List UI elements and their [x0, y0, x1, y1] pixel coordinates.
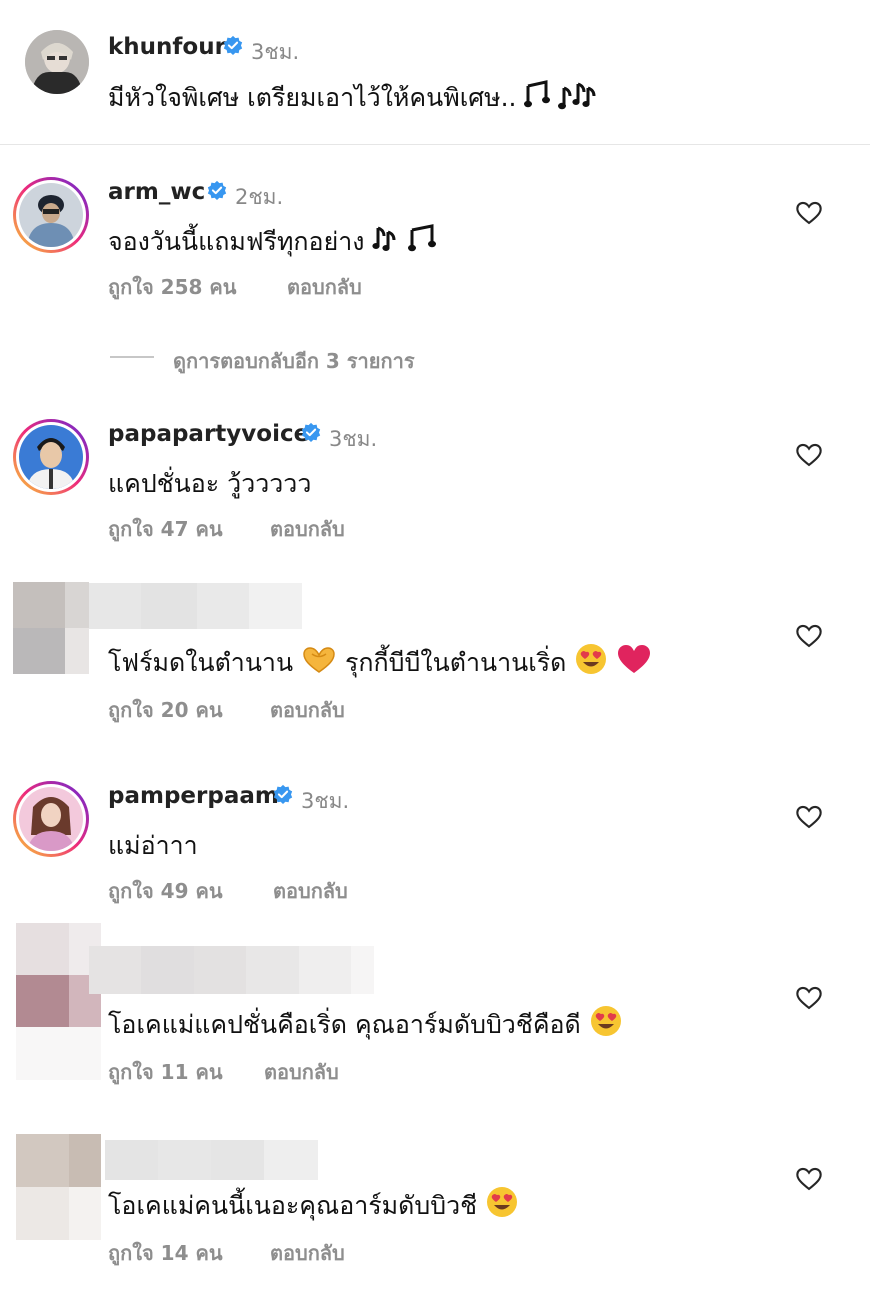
- comment-text-part-a: โฟร์มดในตำนาน: [108, 648, 294, 677]
- view-more-replies-button[interactable]: ดูการตอบกลับอีก 3 รายการ: [173, 345, 415, 377]
- caption-time: 3ชม.: [251, 40, 300, 64]
- view-replies-line: [110, 356, 154, 358]
- music-notes-icon: [524, 80, 596, 110]
- comment-text: โอเคแม่แคปชั่นคือเริ่ด คุณอาร์มดับบิวชีค…: [108, 1010, 581, 1039]
- verified-badge-icon: [301, 422, 321, 442]
- comment-likes[interactable]: ถูกใจ 14 คน: [108, 1237, 223, 1269]
- caption-avatar-image: [25, 30, 89, 94]
- comment-likes[interactable]: ถูกใจ 49 คน: [108, 875, 223, 907]
- heart-eyes-emoji-icon: [590, 1006, 621, 1036]
- comment-text-row: จองวันนี้แถมฟรีทุกอย่าง: [108, 222, 444, 262]
- comment-likes[interactable]: ถูกใจ 11 คน: [108, 1056, 223, 1088]
- comment-text-row: โฟร์มดในตำนาน รุกกี้บีบีในตำนานเริ่ด: [108, 643, 652, 683]
- comment-text-row: โอเคแม่แคปชั่นคือเริ่ด คุณอาร์มดับบิวชีค…: [108, 1005, 623, 1045]
- reply-button[interactable]: ตอบกลับ: [264, 1056, 339, 1088]
- comment-avatar-pamperpaam[interactable]: [13, 781, 89, 857]
- reply-button[interactable]: ตอบกลับ: [270, 694, 345, 726]
- reply-button[interactable]: ตอบกลับ: [270, 1237, 345, 1269]
- verified-badge-icon: [223, 35, 243, 55]
- heart-eyes-emoji-icon: [576, 644, 607, 674]
- heart-outline-icon[interactable]: [795, 441, 823, 469]
- comment-avatar-arm-wc[interactable]: [13, 177, 89, 253]
- comment-username-blurred[interactable]: [105, 1140, 318, 1180]
- verified-badge-icon: [273, 784, 293, 804]
- heart-eyes-emoji-icon: [487, 1187, 518, 1217]
- comment-username[interactable]: papapartyvoice: [108, 421, 309, 447]
- comment-text-row: โอเคแม่คนนี้เนอะคุณอาร์มดับบิวชี: [108, 1186, 519, 1226]
- caption-avatar[interactable]: [25, 30, 89, 94]
- avatar-image: [19, 425, 83, 489]
- comment-likes[interactable]: ถูกใจ 20 คน: [108, 694, 223, 726]
- comment-likes[interactable]: ถูกใจ 258 คน: [108, 271, 236, 303]
- comment-text-part-b: รุกกี้บีบีในตำนานเริ่ด: [344, 648, 567, 677]
- comment-text: แคปชั่นอะ วู้ววววว: [108, 469, 312, 498]
- comment-text: โอเคแม่คนนี้เนอะคุณอาร์มดับบิวชี: [108, 1191, 478, 1220]
- caption-username[interactable]: khunfour: [108, 34, 226, 60]
- heart-outline-icon[interactable]: [795, 984, 823, 1012]
- comment-username-blurred[interactable]: [89, 946, 374, 994]
- caption-text-row: มีหัวใจพิเศษ เตรียมเอาไว้ให้คนพิเศษ..: [108, 78, 596, 118]
- comment-username[interactable]: arm_wc: [108, 179, 205, 205]
- heart-outline-icon[interactable]: [795, 1165, 823, 1193]
- heart-outline-icon[interactable]: [795, 803, 823, 831]
- comment-time: 3ชม.: [329, 427, 378, 451]
- reply-button[interactable]: ตอบกลับ: [270, 513, 345, 545]
- caption-text: มีหัวใจพิเศษ เตรียมเอาไว้ให้คนพิเศษ..: [108, 83, 517, 112]
- comment-time: 2ชม.: [235, 185, 284, 209]
- comment-likes[interactable]: ถูกใจ 47 คน: [108, 513, 223, 545]
- comment-avatar-blurred[interactable]: [13, 582, 89, 674]
- comment-text: แม่อ่าาา: [108, 831, 198, 860]
- avatar-image: [19, 183, 83, 247]
- red-heart-icon: [618, 645, 651, 673]
- heart-outline-icon[interactable]: [795, 199, 823, 227]
- verified-badge-icon: [207, 180, 227, 200]
- reply-button[interactable]: ตอบกลับ: [287, 271, 362, 303]
- reply-button[interactable]: ตอบกลับ: [273, 875, 348, 907]
- comment-avatar-blurred[interactable]: [16, 1134, 101, 1240]
- avatar-image: [19, 787, 83, 851]
- comment-username-blurred[interactable]: [89, 583, 302, 629]
- comment-avatar-papapartyvoice[interactable]: [13, 419, 89, 495]
- comment-text: จองวันนี้แถมฟรีทุกอย่าง: [108, 227, 365, 256]
- heart-outline-icon[interactable]: [795, 622, 823, 650]
- comment-time: 3ชม.: [301, 789, 350, 813]
- comment-username[interactable]: pamperpaam: [108, 783, 279, 809]
- caption-divider: [0, 144, 870, 145]
- heart-hands-icon: [303, 647, 335, 673]
- music-notes-icon: [372, 224, 437, 252]
